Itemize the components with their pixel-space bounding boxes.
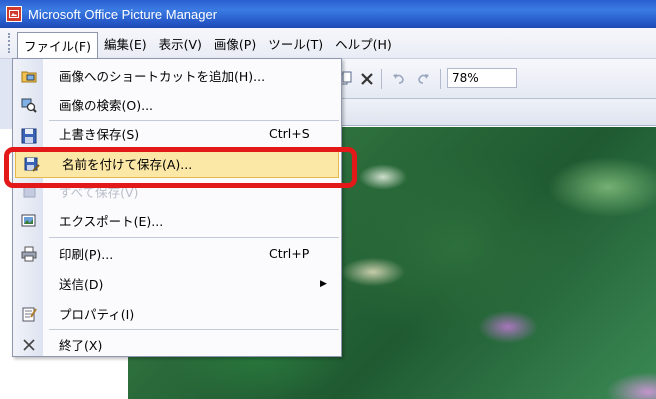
menu-help[interactable]: ヘルプ(H) (329, 30, 398, 57)
window-title: Microsoft Office Picture Manager (28, 6, 218, 22)
menu-item-shortcut: Ctrl+S (269, 126, 310, 141)
title-bar: Microsoft Office Picture Manager (0, 0, 656, 28)
menu-item-send[interactable]: 送信(D) ▶ (13, 269, 341, 298)
menu-item-label: 上書き保存(S) (59, 127, 140, 142)
menu-item-save[interactable]: 上書き保存(S) Ctrl+S (13, 121, 341, 146)
menu-item-print[interactable]: 印刷(P)... Ctrl+P (13, 239, 341, 268)
menu-file[interactable]: ファイル(F) (17, 31, 98, 59)
menu-item-label: エクスポート(E)... (59, 214, 164, 229)
export-icon (20, 212, 37, 229)
undo-icon[interactable] (388, 69, 410, 89)
left-strip (0, 59, 12, 129)
menu-item-find-pictures[interactable]: 画像の検索(O)... (13, 90, 341, 119)
menubar-grip[interactable] (8, 33, 11, 53)
properties-icon (20, 305, 37, 322)
add-shortcut-icon (20, 67, 37, 84)
menu-item-label: 画像の検索(O)... (59, 98, 154, 113)
menu-item-shortcut: Ctrl+P (269, 246, 310, 261)
menu-bar: ファイル(F) 編集(E) 表示(V) 画像(P) ツール(T) ヘルプ(H) (0, 28, 656, 59)
app-icon (6, 6, 22, 22)
print-icon (20, 245, 37, 262)
zoom-level-field[interactable]: 78% (447, 68, 517, 88)
menu-item-exit[interactable]: 終了(X) (13, 330, 341, 359)
save-icon (20, 127, 37, 144)
menu-edit[interactable]: 編集(E) (98, 30, 153, 57)
menu-item-add-shortcut[interactable]: 画像へのショートカットを追加(H)... (13, 61, 341, 90)
find-pictures-icon (20, 96, 37, 113)
annotation-highlight-box (4, 147, 357, 188)
menu-item-label: 印刷(P)... (59, 247, 114, 262)
menu-tools[interactable]: ツール(T) (262, 30, 329, 57)
menu-item-export[interactable]: エクスポート(E)... (13, 206, 341, 235)
delete-icon[interactable] (356, 69, 378, 89)
menu-item-label: プロパティ(I) (59, 307, 135, 322)
menu-picture[interactable]: 画像(P) (208, 30, 262, 57)
menu-view[interactable]: 表示(V) (153, 30, 208, 57)
submenu-arrow-icon: ▶ (320, 278, 327, 289)
toolbar-separator (440, 69, 441, 89)
menu-item-properties[interactable]: プロパティ(I) (13, 299, 341, 328)
menu-item-label: 終了(X) (59, 338, 103, 353)
file-menu-dropdown: 画像へのショートカットを追加(H)... 画像の検索(O)... 上書き保存(S… (12, 58, 342, 357)
toolbar-separator (381, 69, 382, 89)
redo-icon[interactable] (412, 69, 434, 89)
menu-item-label: 画像へのショートカットを追加(H)... (59, 69, 266, 84)
close-icon (20, 336, 37, 353)
menu-separator (49, 237, 339, 238)
menu-item-label: 送信(D) (59, 277, 104, 292)
